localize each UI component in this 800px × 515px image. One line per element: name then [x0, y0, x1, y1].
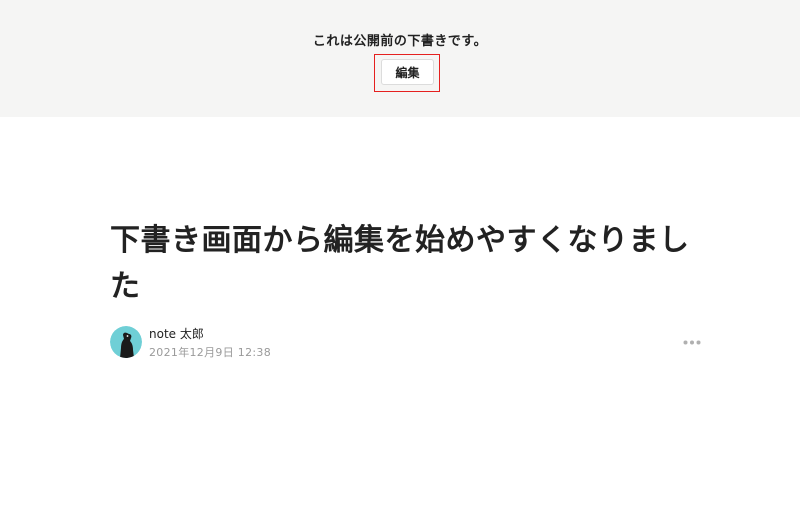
article-title: 下書き画面から編集を始めやすくなりました: [110, 223, 690, 304]
more-options-button[interactable]: [680, 334, 704, 350]
ellipsis-horizontal-icon: [683, 340, 701, 344]
dog-silhouette-avatar-icon: [110, 326, 142, 358]
author-avatar[interactable]: [110, 326, 142, 358]
author-name[interactable]: note 太郎: [149, 325, 204, 342]
edit-button[interactable]: 編集: [381, 59, 434, 85]
post-date: 2021年12月9日 12:38: [149, 346, 271, 359]
draft-message: これは公開前の下書きです。: [312, 34, 488, 49]
draft-banner: これは公開前の下書きです。 編集: [0, 0, 800, 117]
